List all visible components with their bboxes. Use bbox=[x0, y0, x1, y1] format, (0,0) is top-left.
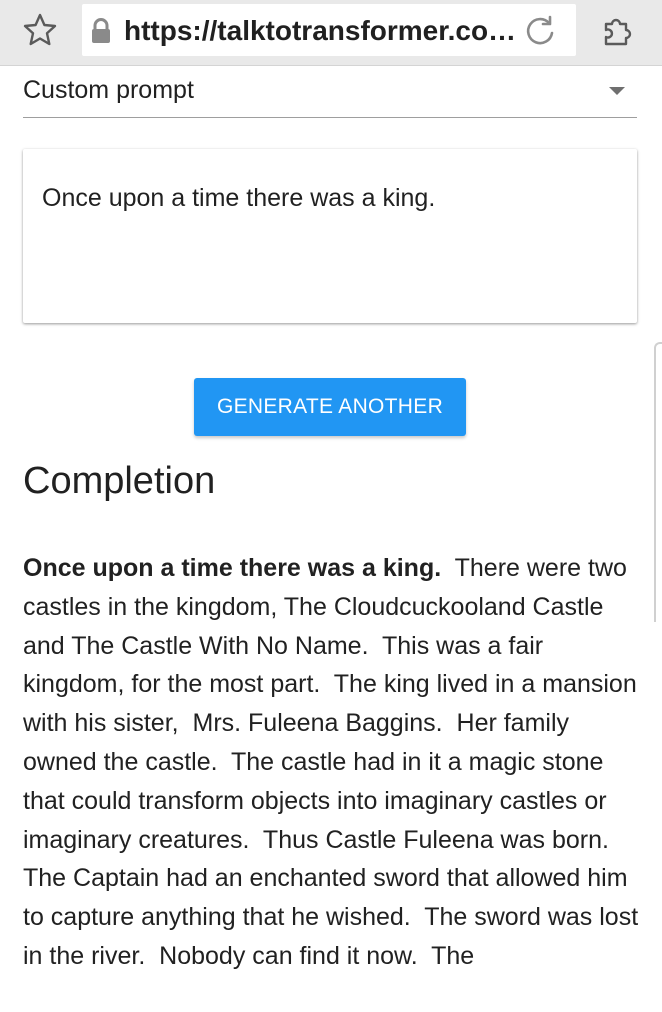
prompt-select-value: Custom prompt bbox=[23, 76, 194, 104]
extension-icon[interactable] bbox=[600, 12, 636, 48]
browser-toolbar: https://talktotransformer.co… bbox=[0, 0, 662, 66]
lock-icon bbox=[90, 18, 112, 44]
prompt-input[interactable]: Once upon a time there was a king. bbox=[23, 149, 637, 323]
completion-heading: Completion bbox=[23, 460, 216, 502]
completion-paragraph-1: Once upon a time there was a king. There… bbox=[23, 549, 643, 859]
reload-icon[interactable] bbox=[522, 14, 558, 50]
chevron-down-icon bbox=[609, 87, 625, 95]
address-bar[interactable]: https://talktotransformer.co… bbox=[82, 4, 576, 56]
completion-paragraph-2: The Captain had an enchanted sword that … bbox=[23, 864, 646, 970]
scrollbar[interactable] bbox=[654, 342, 662, 622]
completion-prompt-bold: Once upon a time there was a king. bbox=[23, 554, 442, 582]
prompt-input-text: Once upon a time there was a king. bbox=[42, 184, 436, 212]
star-icon[interactable] bbox=[22, 12, 58, 48]
completion-text: Once upon a time there was a king. There… bbox=[23, 549, 643, 976]
prompt-select[interactable]: Custom prompt bbox=[23, 66, 637, 118]
completion-paragraph-1-text: There were two castles in the kingdom, T… bbox=[23, 554, 644, 854]
url-text[interactable]: https://talktotransformer.co… bbox=[124, 15, 516, 47]
generate-another-button[interactable]: GENERATE ANOTHER bbox=[194, 378, 466, 436]
